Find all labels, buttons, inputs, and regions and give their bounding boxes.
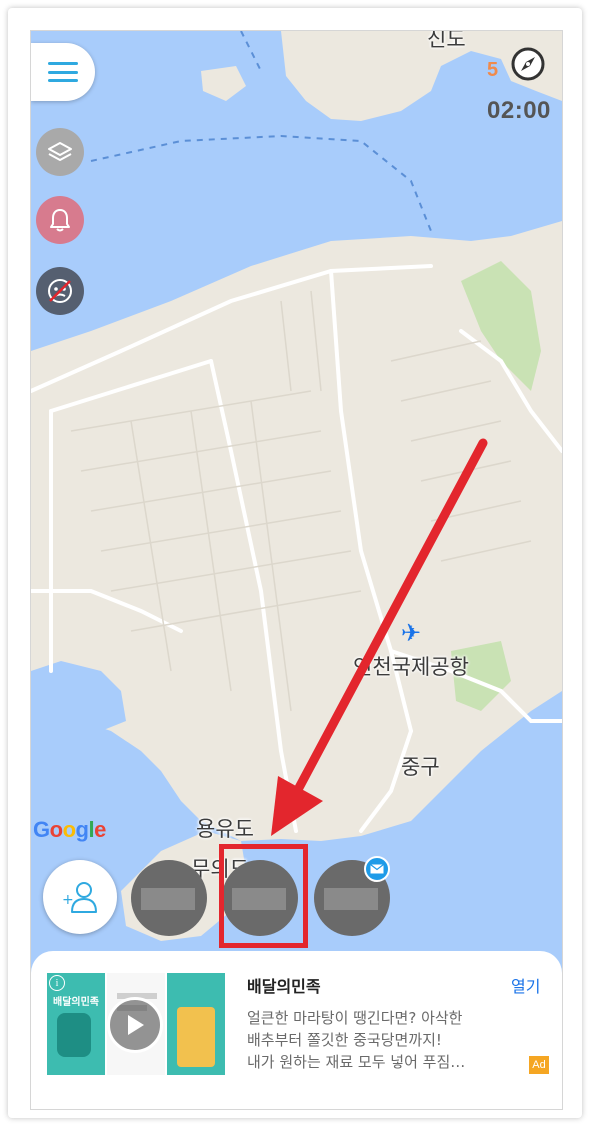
ad-banner[interactable]: i 배달의민족 배달의민족 열기 얼큰한 마라탕이 땡긴다면? 아삭한 배추부터… [31,951,562,1109]
app-screen: 신도 인천국제공항 ✈ 중구 용유도 무의도 Google 5 02:00 + … [30,30,563,1110]
ad-title: 배달의민족 [247,977,321,996]
add-friend-button[interactable]: + [43,860,117,934]
play-icon [128,1015,144,1035]
blurred-name [324,888,378,910]
thumb-pane-1: i 배달의민족 [47,973,105,1075]
thumb-pane-3 [167,973,225,1075]
mail-icon [370,864,384,874]
ad-thumbnail[interactable]: i 배달의민족 [47,973,225,1075]
add-friend-icon: + [62,882,97,913]
thumb-illustration [57,1013,91,1057]
play-button[interactable] [107,997,163,1053]
thumb-illustration [177,1007,215,1067]
friend-bubble-1[interactable] [131,860,207,936]
thumb-brand: 배달의민족 [53,997,99,1008]
ad-body-line: 배추부터 쫄깃한 중국당면까지! [247,1031,442,1049]
ad-body-line: 얼큰한 마라탕이 땡긴다면? 아삭한 [247,1009,463,1027]
ad-body-line: 내가 원하는 재료 모두 넣어 푸짐… [247,1053,466,1071]
info-icon[interactable]: i [49,975,65,991]
mail-badge [364,856,390,882]
ad-badge: Ad [529,1056,549,1074]
ad-open-button[interactable]: 열기 [511,973,540,997]
blurred-name [141,888,195,910]
annotation-highlight-box [219,844,308,948]
